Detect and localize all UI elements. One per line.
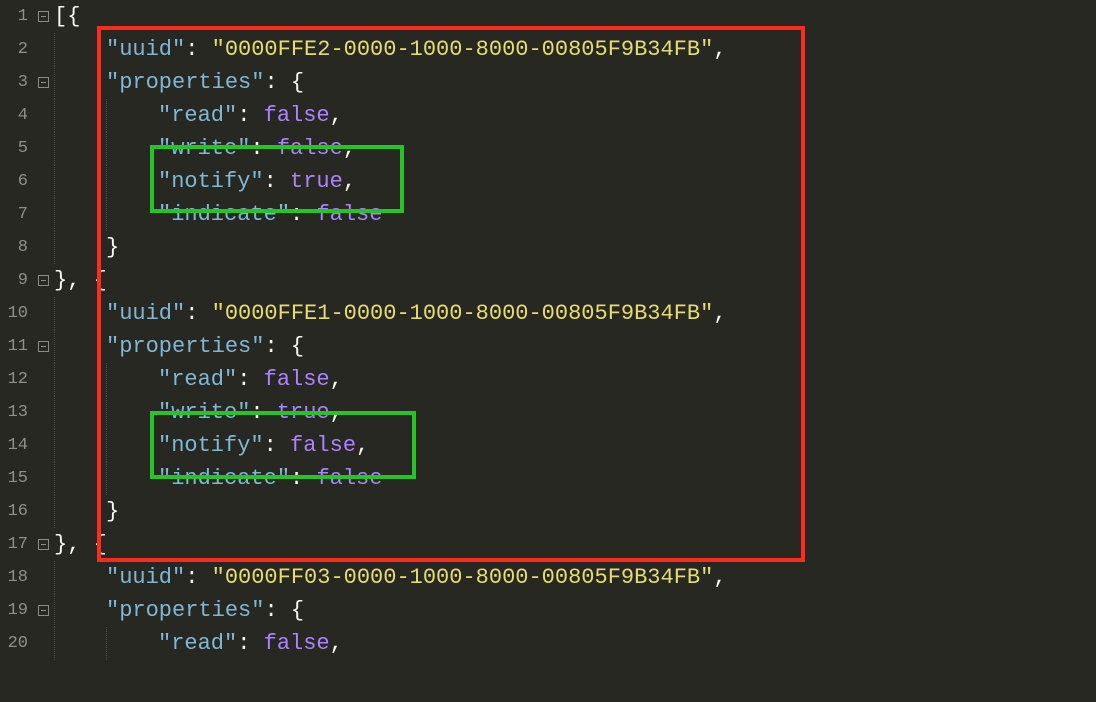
code-line[interactable]: 2 "uuid": "0000FFE2-0000-1000-8000-00805F…	[0, 33, 1096, 66]
line-number: 20	[0, 634, 32, 653]
code-line[interactable]: 14 "notify": false,	[0, 429, 1096, 462]
indent-guide	[106, 396, 158, 429]
indent-guide	[54, 561, 106, 594]
indent-guide	[106, 99, 158, 132]
code-line[interactable]: 19 "properties": {	[0, 594, 1096, 627]
code-text[interactable]: "properties": {	[106, 70, 1096, 95]
code-text[interactable]: "indicate": false	[158, 202, 1096, 227]
code-editor[interactable]: 1 [{ 2 "uuid": "0000FFE2-0000-1000-8000-008…	[0, 0, 1096, 702]
indent-guide	[54, 462, 106, 495]
code-text[interactable]: "uuid": "0000FFE2-0000-1000-8000-00805F9…	[106, 37, 1096, 62]
line-number: 7	[0, 205, 32, 224]
line-number: 5	[0, 139, 32, 158]
indent-guide	[54, 363, 106, 396]
indent-guide	[106, 627, 158, 660]
indent-guide	[54, 33, 106, 66]
code-text[interactable]: "properties": {	[106, 334, 1096, 359]
code-text[interactable]: "read": false,	[158, 631, 1096, 656]
code-text[interactable]: "write": false,	[158, 136, 1096, 161]
fold-toggle-icon[interactable]	[32, 11, 54, 22]
code-line[interactable]: 10 "uuid": "0000FFE1-0000-1000-8000-00805…	[0, 297, 1096, 330]
code-line[interactable]: 3 "properties": {	[0, 66, 1096, 99]
code-text[interactable]: "read": false,	[158, 103, 1096, 128]
fold-toggle-icon[interactable]	[32, 605, 54, 616]
indent-guide	[54, 330, 106, 363]
code-line[interactable]: 12 "read": false,	[0, 363, 1096, 396]
line-number: 9	[0, 271, 32, 290]
indent-guide	[106, 462, 158, 495]
line-number: 1	[0, 7, 32, 26]
indent-guide	[54, 429, 106, 462]
code-text[interactable]: "notify": true,	[158, 169, 1096, 194]
line-number: 8	[0, 238, 32, 257]
code-line[interactable]: 15 "indicate": false	[0, 462, 1096, 495]
line-number: 2	[0, 40, 32, 59]
indent-guide	[106, 198, 158, 231]
indent-guide	[54, 132, 106, 165]
fold-toggle-icon[interactable]	[32, 539, 54, 550]
code-line[interactable]: 8}	[0, 231, 1096, 264]
code-line[interactable]: 1 [{	[0, 0, 1096, 33]
indent-guide	[54, 231, 106, 264]
indent-guide	[54, 198, 106, 231]
code-text[interactable]: "uuid": "0000FF03-0000-1000-8000-00805F9…	[106, 565, 1096, 590]
indent-guide	[54, 297, 106, 330]
line-number: 19	[0, 601, 32, 620]
line-number: 10	[0, 304, 32, 323]
line-number: 15	[0, 469, 32, 488]
line-number: 18	[0, 568, 32, 587]
code-text[interactable]: [{	[54, 4, 1096, 29]
code-text[interactable]: "indicate": false	[158, 466, 1096, 491]
line-number: 6	[0, 172, 32, 191]
line-number: 14	[0, 436, 32, 455]
line-number: 16	[0, 502, 32, 521]
indent-guide	[54, 594, 106, 627]
code-text[interactable]: }	[106, 235, 1096, 260]
code-text[interactable]: }, {	[54, 268, 1096, 293]
code-text[interactable]: }, {	[54, 532, 1096, 557]
indent-guide	[106, 429, 158, 462]
indent-guide	[54, 495, 106, 528]
indent-guide	[54, 66, 106, 99]
indent-guide	[54, 165, 106, 198]
code-text[interactable]: "write": true,	[158, 400, 1096, 425]
code-line[interactable]: 6 "notify": true,	[0, 165, 1096, 198]
fold-toggle-icon[interactable]	[32, 341, 54, 352]
indent-guide	[106, 132, 158, 165]
indent-guide	[106, 165, 158, 198]
code-text[interactable]: }	[106, 499, 1096, 524]
code-line[interactable]: 7 "indicate": false	[0, 198, 1096, 231]
code-text[interactable]: "properties": {	[106, 598, 1096, 623]
line-number: 12	[0, 370, 32, 389]
fold-toggle-icon[interactable]	[32, 77, 54, 88]
line-number: 3	[0, 73, 32, 92]
code-line[interactable]: 13 "write": true,	[0, 396, 1096, 429]
line-number: 11	[0, 337, 32, 356]
code-line[interactable]: 11 "properties": {	[0, 330, 1096, 363]
code-line[interactable]: 5 "write": false,	[0, 132, 1096, 165]
indent-guide	[54, 99, 106, 132]
indent-guide	[54, 627, 106, 660]
indent-guide	[54, 396, 106, 429]
code-text[interactable]: "uuid": "0000FFE1-0000-1000-8000-00805F9…	[106, 301, 1096, 326]
code-text[interactable]: "read": false,	[158, 367, 1096, 392]
code-line[interactable]: 17 }, {	[0, 528, 1096, 561]
code-line[interactable]: 18 "uuid": "0000FF03-0000-1000-8000-00805…	[0, 561, 1096, 594]
code-line[interactable]: 16}	[0, 495, 1096, 528]
code-text[interactable]: "notify": false,	[158, 433, 1096, 458]
line-number: 13	[0, 403, 32, 422]
fold-toggle-icon[interactable]	[32, 275, 54, 286]
line-number: 17	[0, 535, 32, 554]
indent-guide	[106, 363, 158, 396]
code-line[interactable]: 20 "read": false,	[0, 627, 1096, 660]
line-number: 4	[0, 106, 32, 125]
code-line[interactable]: 9 }, {	[0, 264, 1096, 297]
code-line[interactable]: 4 "read": false,	[0, 99, 1096, 132]
